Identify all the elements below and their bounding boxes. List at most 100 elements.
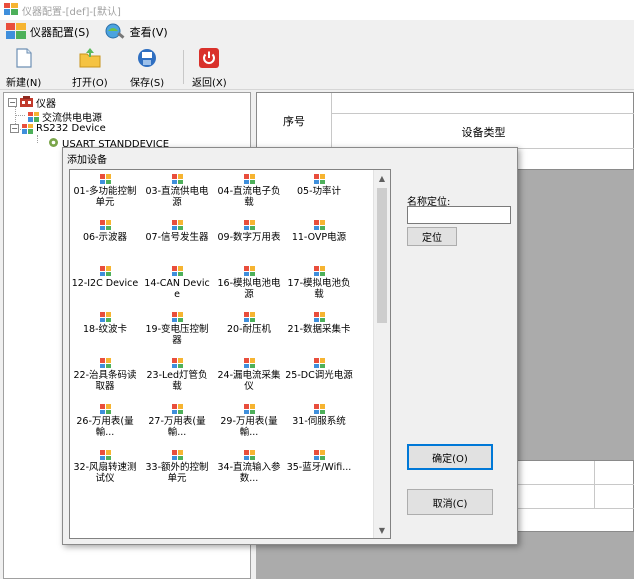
device-icon	[99, 450, 111, 460]
device-tile[interactable]: 26-万用表(量輸...	[70, 404, 140, 438]
scroll-down-icon[interactable]: ▼	[374, 522, 390, 538]
device-tile[interactable]: 24-漏电流采集仪	[214, 358, 284, 392]
open-button-label: 打开(O)	[72, 78, 108, 89]
device-tile-label: 09-数字万用表	[217, 232, 281, 243]
device-tile[interactable]: 17-模拟电池负载	[284, 266, 354, 300]
scroll-up-icon[interactable]: ▲	[374, 170, 390, 186]
device-tile[interactable]: 11-OVP电源	[284, 220, 354, 243]
device-tile[interactable]: 14-CAN Device	[142, 266, 212, 300]
device-tile[interactable]: 27-万用表(量輸...	[142, 404, 212, 438]
device-tile-label: 16-模拟电池电源	[217, 278, 281, 300]
device-icon	[243, 266, 255, 276]
toolbar-separator	[183, 50, 184, 84]
device-tile[interactable]: 01-多功能控制单元	[70, 174, 140, 208]
new-button[interactable]: 新建(N)	[6, 47, 41, 89]
new-document-icon	[13, 47, 35, 72]
device-tile-label: 11-OVP电源	[291, 232, 347, 243]
column-header-type[interactable]: 设备类型	[332, 113, 634, 149]
menu-view[interactable]: 查看(V)	[104, 22, 168, 43]
device-tile-label: 24-漏电流采集仪	[217, 370, 281, 392]
device-tile-label: 03-直流供电电源	[145, 186, 209, 208]
device-tile[interactable]: 21-数据采集卡	[284, 312, 354, 335]
device-tile[interactable]: 29-万用表(量輸...	[214, 404, 284, 438]
cancel-button[interactable]: 取消(C)	[407, 489, 493, 515]
menu-instrument-config-label: 仪器配置(S)	[30, 26, 90, 39]
device-icon	[313, 266, 325, 276]
device-icon	[99, 404, 111, 414]
device-tile[interactable]: 03-直流供电电源	[142, 174, 212, 208]
device-tile-label: 05-功率计	[296, 186, 342, 197]
device-tile[interactable]: 06-示波器	[70, 220, 140, 243]
column-header-index[interactable]: 序号	[257, 93, 332, 149]
instrument-root-icon	[20, 95, 33, 110]
open-button[interactable]: 打开(O)	[72, 47, 108, 89]
device-tile[interactable]: 31-伺服系统	[284, 404, 354, 427]
device-icon	[171, 404, 183, 414]
device-tile[interactable]: 20-耐压机	[214, 312, 284, 335]
device-tile-label: 32-风扇转速测试仪	[73, 462, 137, 484]
device-tile[interactable]: 23-Led灯管负载	[142, 358, 212, 392]
device-tile[interactable]: 12-I2C Device	[70, 266, 140, 289]
menu-instrument-config[interactable]: 仪器配置(S)	[6, 22, 90, 42]
device-icon	[243, 220, 255, 230]
tree-connector	[37, 135, 38, 143]
device-icon	[243, 174, 255, 184]
device-tile[interactable]: 18-纹波卡	[70, 312, 140, 335]
device-icon	[313, 174, 325, 184]
device-tile-label: 27-万用表(量輸...	[148, 416, 206, 438]
device-tile[interactable]: 33-额外的控制单元	[142, 450, 212, 484]
menu-bar: 仪器配置(S) 查看(V)	[0, 20, 634, 44]
device-icon	[171, 450, 183, 460]
device-tile[interactable]: 09-数字万用表	[214, 220, 284, 243]
device-icon	[99, 266, 111, 276]
device-tile[interactable]: 07-信号发生器	[142, 220, 212, 243]
collapse-icon[interactable]: −	[8, 98, 17, 107]
device-tile[interactable]: 32-风扇转速测试仪	[70, 450, 140, 484]
device-icon	[171, 266, 183, 276]
device-tile[interactable]: 16-模拟电池电源	[214, 266, 284, 300]
device-icon	[99, 312, 111, 322]
device-tile-label: 19-变电压控制器	[145, 324, 209, 346]
device-icon	[243, 450, 255, 460]
name-locate-input[interactable]	[407, 206, 511, 224]
return-button[interactable]: 返回(X)	[192, 47, 227, 89]
device-tile-label: 12-I2C Device	[71, 278, 139, 289]
device-icon	[313, 220, 325, 230]
device-tile[interactable]: 05-功率计	[284, 174, 354, 197]
open-folder-icon	[78, 47, 102, 72]
window-title: 仪器配置-[def]-[默认]	[22, 6, 121, 18]
device-tile[interactable]: 04-直流电子负载	[214, 174, 284, 208]
tree-item-label: 交流供电电源	[42, 113, 102, 124]
save-button[interactable]: 保存(S)	[130, 47, 164, 89]
device-tile[interactable]: 22-治具条码读取器	[70, 358, 140, 392]
tree-item-rs232[interactable]: − RS232 Device	[10, 123, 106, 134]
app-icon	[4, 2, 18, 18]
device-tile[interactable]: 34-直流输入参数...	[214, 450, 284, 484]
tree-item-ac-power[interactable]: 交流供电电源	[28, 109, 102, 124]
collapse-icon[interactable]: −	[10, 124, 19, 133]
device-icon	[99, 358, 111, 368]
scroll-thumb[interactable]	[377, 188, 387, 323]
locate-button[interactable]: 定位	[407, 227, 457, 246]
power-icon	[198, 47, 220, 72]
device-tile[interactable]: 19-变电压控制器	[142, 312, 212, 346]
vertical-scrollbar[interactable]: ▲ ▼	[373, 170, 390, 538]
ok-button[interactable]: 确定(O)	[407, 444, 493, 470]
tree-item-label: RS232 Device	[36, 123, 106, 134]
device-tile-label: 01-多功能控制单元	[73, 186, 137, 208]
save-disk-icon	[136, 47, 158, 72]
device-tile-label: 07-信号发生器	[145, 232, 209, 243]
device-list[interactable]: 35-蓝牙/Wifi... 34-直流输入参数... 33-额外的控制单元 32-风扇…	[69, 169, 391, 539]
device-tile[interactable]: 25-DC调光电源	[284, 358, 354, 381]
return-button-label: 返回(X)	[192, 78, 227, 89]
device-tile-label: 35-蓝牙/Wifi...	[286, 462, 352, 473]
tree-item-root[interactable]: − 仪器	[8, 95, 56, 110]
device-tile-label: 23-Led灯管负载	[146, 370, 208, 392]
device-icon	[28, 111, 39, 122]
device-icon	[171, 174, 183, 184]
view-icon	[104, 22, 126, 43]
device-tile[interactable]: 35-蓝牙/Wifi...	[284, 450, 354, 473]
device-tile-label: 18-纹波卡	[82, 324, 128, 335]
device-icon	[313, 312, 325, 322]
device-tile-label: 17-模拟电池负载	[287, 278, 351, 300]
